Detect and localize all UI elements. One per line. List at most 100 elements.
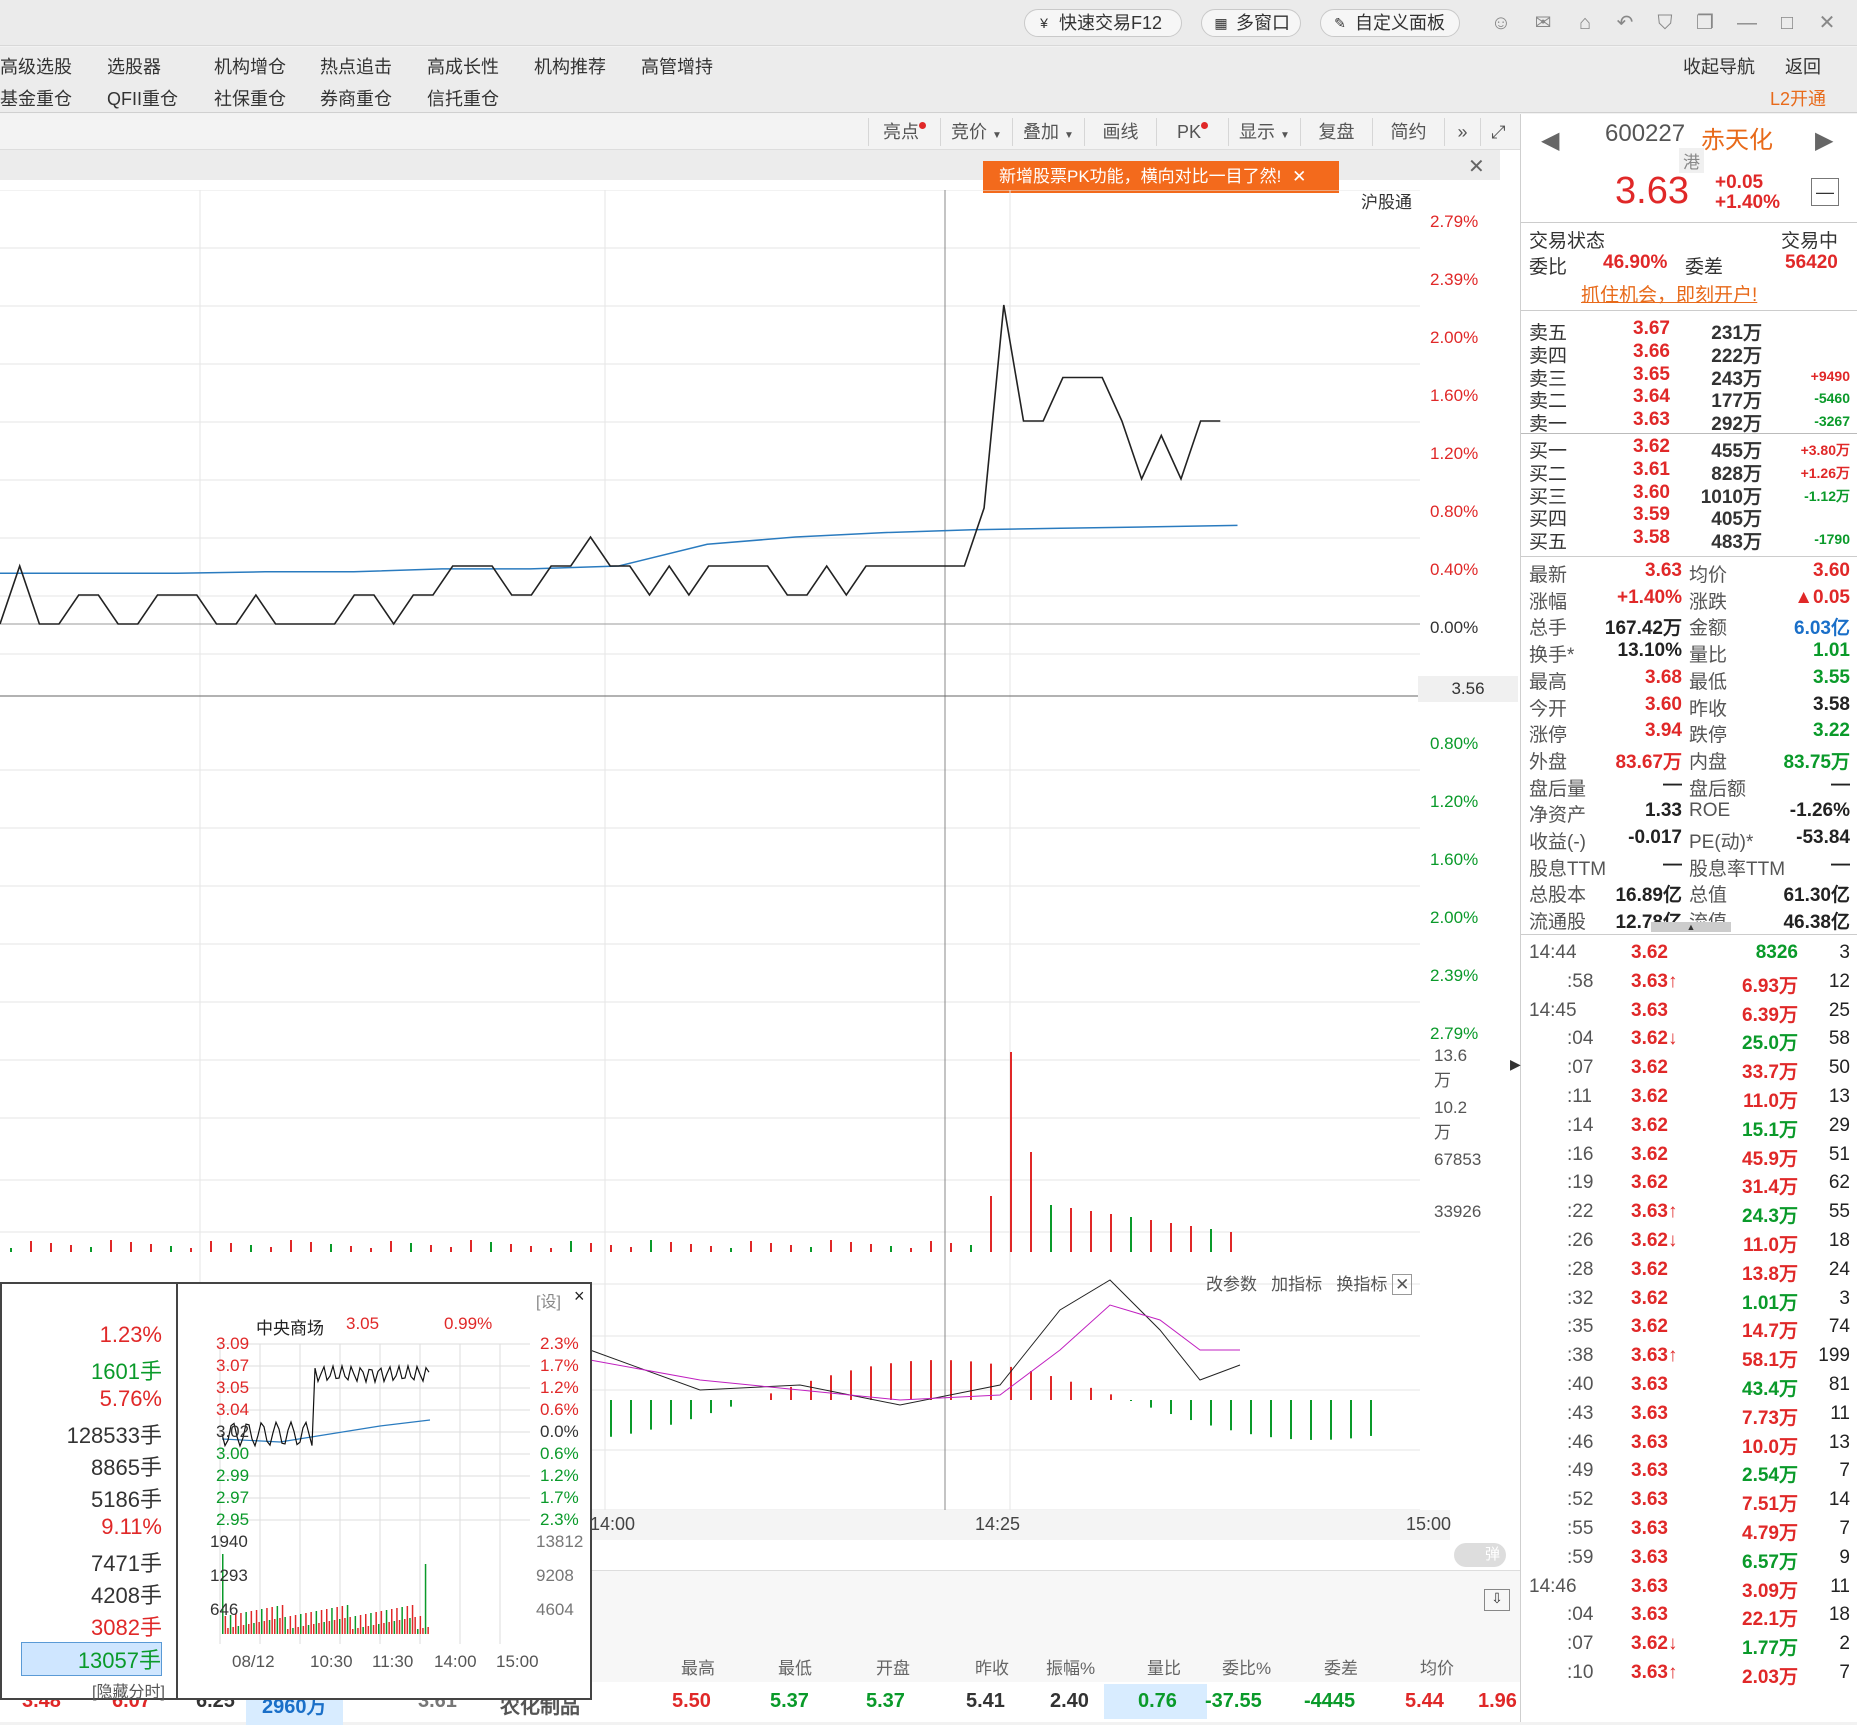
expand-arrow-icon[interactable]: ▲ [1651, 922, 1731, 932]
prev-stock-icon[interactable]: ◀ [1541, 126, 1559, 155]
volume-bar [490, 1242, 492, 1252]
volume-bar [1130, 1217, 1132, 1252]
pk-notice[interactable]: 新增股票PK功能，横向对比一目了然! ✕ [983, 161, 1339, 193]
tick-row: :52 3.63 7.51万 14 [1567, 1489, 1850, 1516]
order-book: 卖五 3.67 231万 卖四 3.66 222万 卖三 3.65 243万 +9490 卖二 3.6… [1521, 312, 1857, 553]
download-icon[interactable]: ⇩ [1484, 1589, 1510, 1611]
tick-row: :07 3.62 33.7万 50 [1567, 1057, 1850, 1084]
close-icon[interactable]: × [574, 1286, 585, 1307]
user-icon[interactable]: ☺ [1488, 10, 1514, 36]
bid-row[interactable]: 买四 3.59 405万 [1521, 504, 1857, 530]
popup-toggle[interactable]: 弹 [1454, 1543, 1506, 1567]
dropdown-icon: ▼ [1064, 130, 1074, 141]
add-indicator-button[interactable]: 加指标 [1271, 1275, 1322, 1294]
menu-item[interactable]: 高管增持 [641, 53, 713, 79]
replay-button[interactable]: 复盘 [1300, 118, 1372, 146]
popup-axes: 3.09 3.07 3.05 3.04 3.02 3.00 2.99 2.97 … [210, 1334, 584, 1671]
switch-indicator-button[interactable]: 换指标 [1336, 1275, 1387, 1294]
menu-item[interactable]: 基金重仓 [0, 85, 72, 111]
quick-trade-button[interactable]: ¥ 快速交易F12 [1024, 9, 1182, 37]
pk-button[interactable]: PK [1156, 118, 1228, 146]
tick-row: :22 3.63↑ 24.3万 55 [1567, 1201, 1850, 1228]
macd-bar [910, 1361, 912, 1400]
volume-bar [870, 1244, 872, 1252]
window-icon[interactable]: ❐ [1692, 10, 1718, 36]
close-notice-icon[interactable]: ✕ [1468, 154, 1485, 179]
crosshair-price: 3.56 [1418, 676, 1518, 702]
highlight-button[interactable]: 亮点 [868, 118, 940, 146]
volume-bar [610, 1245, 612, 1252]
draw-line-button[interactable]: 画线 [1084, 118, 1156, 146]
collapse-nav-link[interactable]: 收起导航 [1683, 53, 1755, 79]
mail-icon[interactable]: ✉ [1530, 10, 1556, 36]
popup-settings[interactable]: [设] [536, 1288, 561, 1312]
home-icon[interactable]: ⌂ [1572, 10, 1598, 36]
stat-row: 盘后量 — 盘后额 — [1529, 773, 1850, 800]
close-icon[interactable]: ✕ [1292, 167, 1306, 186]
display-button[interactable]: 显示 ▼ [1228, 118, 1300, 146]
minimize-icon[interactable]: — [1734, 10, 1760, 36]
open-account-link[interactable]: 抓住机会，即刻开户! [1581, 280, 1757, 307]
ask-row[interactable]: 卖三 3.65 243万 +9490 [1521, 364, 1857, 390]
compare-popup[interactable]: [设] × 中央商场 3.05 0.99% 1.23% 1601手 5.76% … [0, 1282, 592, 1702]
bid-row[interactable]: 买一 3.62 455万 +3.80万 [1521, 436, 1857, 462]
overlay-button[interactable]: 叠加 ▼ [1012, 118, 1084, 146]
volume-bar [910, 1248, 912, 1252]
quote-panel: ◀ ▶ 600227 赤天化 港 3.63 +0.05 +1.40% — 交易状… [1520, 114, 1857, 1722]
close-icon[interactable]: ✕ [1814, 10, 1840, 36]
bid-row[interactable]: 买二 3.61 828万 +1.26万 [1521, 459, 1857, 485]
menu-item[interactable]: 机构推荐 [534, 53, 606, 79]
forward-icon[interactable]: » [1444, 118, 1480, 146]
volume-bar [530, 1246, 532, 1252]
multi-window-button[interactable]: ▦ 多窗口 [1201, 9, 1301, 37]
menu-item[interactable]: QFII重仓 [107, 85, 178, 111]
next-stock-icon[interactable]: ▶ [1815, 126, 1833, 155]
volume-bar [250, 1245, 252, 1252]
title-bar: ¥ 快速交易F12 ▦ 多窗口 ✎ 自定义面板 ☺ ✉ ⌂ ↶ ⛉ ❐ — □ ✕ [0, 0, 1857, 46]
hide-timeshare-link[interactable]: [隐藏分时] [92, 1678, 165, 1702]
stat-row: 涨幅 +1.40% 涨跌 ▲0.05 [1529, 586, 1850, 613]
menu-item[interactable]: 高成长性 [427, 53, 499, 79]
ask-row[interactable]: 卖四 3.66 222万 [1521, 341, 1857, 367]
undo-icon[interactable]: ↶ [1612, 10, 1638, 36]
volume-bar [810, 1247, 812, 1252]
volume-bar [190, 1248, 192, 1252]
skin-icon[interactable]: ⛉ [1652, 10, 1678, 36]
back-link[interactable]: 返回 [1785, 53, 1821, 79]
ask-row[interactable]: 卖二 3.64 177万 -5460 [1521, 386, 1857, 412]
menu-item[interactable]: 选股器 [107, 53, 161, 79]
custom-panel-button[interactable]: ✎ 自定义面板 [1320, 9, 1460, 37]
close-icon[interactable]: ✕ [1392, 1274, 1413, 1295]
ask-row[interactable]: 卖一 3.63 292万 -3267 [1521, 409, 1857, 435]
stat-row: 最高 3.68 最低 3.55 [1529, 666, 1850, 693]
bid-row[interactable]: 买三 3.60 1010万 -1.12万 [1521, 482, 1857, 508]
menu-item[interactable]: 机构增仓 [214, 53, 286, 79]
macd-bar [970, 1361, 972, 1400]
ask-row[interactable]: 卖五 3.67 231万 [1521, 318, 1857, 344]
trade-status: 交易中 [1781, 231, 1839, 252]
restore-icon[interactable]: □ [1774, 10, 1800, 36]
tick-row: :58 3.63↑ 6.93万 12 [1567, 970, 1850, 997]
bid-row[interactable]: 买五 3.58 483万 -1790 [1521, 527, 1857, 553]
volume-bar [290, 1240, 292, 1252]
collapse-icon[interactable]: — [1811, 178, 1839, 206]
simple-button[interactable]: 简约 [1372, 118, 1444, 146]
l2-open-link[interactable]: L2开通 [1770, 85, 1826, 111]
volume-bar [710, 1246, 712, 1252]
menu-item[interactable]: 热点追击 [320, 53, 392, 79]
stats-grid: 最新 3.63 均价 3.60 涨幅 +1.40% 涨跌 ▲0.05 总手 167.42万 金额 6.… [1521, 560, 1857, 933]
menu-item[interactable]: 高级选股 [0, 53, 72, 79]
macd-bar [1230, 1400, 1232, 1431]
edit-params-button[interactable]: 改参数 [1206, 1275, 1257, 1294]
volume-bar [990, 1196, 992, 1252]
menu-item[interactable]: 社保重仓 [214, 85, 286, 111]
macd-bar [1290, 1400, 1292, 1440]
menu-item[interactable]: 券商重仓 [320, 85, 392, 111]
volume-bar [70, 1245, 72, 1252]
auction-button[interactable]: 竞价 ▼ [940, 118, 1012, 146]
macd-bar [890, 1363, 892, 1400]
panel-toggle-icon[interactable]: ▶ [1510, 1056, 1521, 1073]
fullscreen-icon[interactable]: ⤢ [1480, 118, 1516, 146]
macd-bar [1110, 1394, 1112, 1400]
menu-item[interactable]: 信托重仓 [427, 85, 499, 111]
